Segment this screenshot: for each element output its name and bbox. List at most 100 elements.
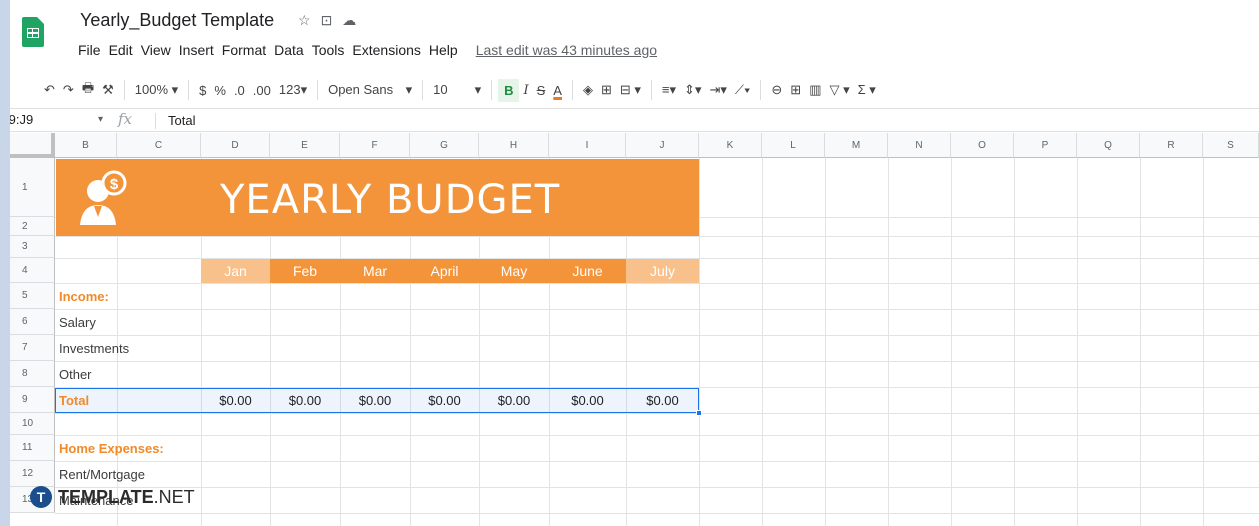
merge-cells-icon[interactable]: ⊟ ▾ — [616, 82, 645, 98]
column-header-o[interactable]: O — [951, 133, 1014, 158]
text-rotate-icon[interactable]: ⟋▾ — [731, 82, 754, 98]
spreadsheet-grid[interactable]: B C D E F G H I J K L M N O P Q R S 1 2 … — [10, 133, 1259, 526]
select-all-corner[interactable] — [10, 133, 55, 158]
other-label[interactable]: Other — [59, 367, 92, 382]
month-header-june[interactable]: June — [549, 259, 626, 283]
menu-insert[interactable]: Insert — [179, 42, 214, 58]
row-header-8[interactable]: 8 — [10, 361, 55, 387]
title-banner[interactable]: $ YEARLY BUDGET — [56, 159, 699, 236]
name-box-dropdown-icon[interactable]: ▾ — [98, 114, 103, 125]
home-expenses-label[interactable]: Home Expenses: — [59, 441, 164, 456]
menu-format[interactable]: Format — [222, 42, 266, 58]
decrease-decimal-button[interactable]: .0 — [230, 83, 249, 98]
month-header-april[interactable]: April — [410, 259, 479, 283]
insert-chart-icon[interactable]: ▥ — [805, 82, 825, 98]
font-size-select[interactable]: 10 ▾ — [429, 82, 485, 98]
sheets-logo-icon[interactable] — [22, 17, 44, 47]
menu-data[interactable]: Data — [274, 42, 304, 58]
total-july[interactable]: $0.00 — [626, 393, 699, 408]
row-header-10[interactable]: 10 — [10, 413, 55, 435]
column-header-r[interactable]: R — [1140, 133, 1203, 158]
last-edit-link[interactable]: Last edit was 43 minutes ago — [476, 42, 657, 58]
document-title[interactable]: Yearly_Budget Template — [80, 10, 274, 31]
month-header-jan[interactable]: Jan — [201, 259, 270, 283]
salary-label[interactable]: Salary — [59, 315, 96, 330]
italic-button[interactable]: I — [519, 83, 532, 98]
bold-button[interactable]: B — [498, 78, 520, 102]
cloud-status-icon[interactable]: ☁ — [342, 12, 366, 28]
column-header-m[interactable]: M — [825, 133, 888, 158]
currency-button[interactable]: $ — [195, 83, 210, 98]
rent-mortgage-label[interactable]: Rent/Mortgage — [59, 467, 145, 482]
font-select[interactable]: Open Sans ▾ — [324, 82, 416, 98]
menu-file[interactable]: File — [78, 42, 101, 58]
total-label[interactable]: Total — [59, 393, 89, 408]
total-mar[interactable]: $0.00 — [340, 393, 410, 408]
investments-label[interactable]: Investments — [59, 341, 129, 356]
column-header-l[interactable]: L — [762, 133, 825, 158]
row-header-3[interactable]: 3 — [10, 236, 55, 258]
percent-button[interactable]: % — [210, 83, 230, 98]
total-jan[interactable]: $0.00 — [201, 393, 270, 408]
move-folder-icon[interactable]: ⊡ — [321, 12, 343, 28]
total-june[interactable]: $0.00 — [549, 393, 626, 408]
total-april[interactable]: $0.00 — [410, 393, 479, 408]
star-icon[interactable]: ☆ — [298, 12, 321, 28]
row-header-11[interactable]: 11 — [10, 435, 55, 461]
filter-icon[interactable]: ▽ ▾ — [826, 82, 854, 98]
increase-decimal-button[interactable]: .00 — [249, 83, 275, 98]
insert-link-icon[interactable]: ⊖ — [767, 82, 786, 98]
month-header-may[interactable]: May — [479, 259, 549, 283]
column-header-d[interactable]: D — [201, 133, 270, 158]
column-header-p[interactable]: P — [1014, 133, 1077, 158]
undo-icon[interactable]: ↶ — [40, 82, 59, 98]
text-color-button[interactable]: A — [549, 83, 566, 98]
row-header-2[interactable]: 2 — [10, 217, 55, 236]
menu-tools[interactable]: Tools — [312, 42, 345, 58]
column-header-b[interactable]: B — [55, 133, 117, 158]
zoom-select[interactable]: 100% ▾ — [131, 82, 182, 98]
row-header-1[interactable]: 1 — [10, 158, 55, 217]
month-header-feb[interactable]: Feb — [270, 259, 340, 283]
formula-input[interactable]: Total — [168, 113, 195, 128]
row-header-9[interactable]: 9 — [10, 387, 55, 413]
row-header-4[interactable]: 4 — [10, 258, 55, 283]
paint-format-icon[interactable]: ⚒ — [98, 82, 118, 98]
redo-icon[interactable]: ↷ — [59, 82, 78, 98]
menu-view[interactable]: View — [141, 42, 171, 58]
month-header-mar[interactable]: Mar — [340, 259, 410, 283]
total-feb[interactable]: $0.00 — [270, 393, 340, 408]
text-wrap-icon[interactable]: ⇥▾ — [705, 82, 730, 98]
row-header-12[interactable]: 12 — [10, 461, 55, 487]
column-header-k[interactable]: K — [699, 133, 762, 158]
column-header-s[interactable]: S — [1203, 133, 1259, 158]
column-header-g[interactable]: G — [410, 133, 479, 158]
column-header-q[interactable]: Q — [1077, 133, 1140, 158]
income-label[interactable]: Income: — [59, 289, 109, 304]
menu-extensions[interactable]: Extensions — [352, 42, 420, 58]
column-header-i[interactable]: I — [549, 133, 626, 158]
column-header-e[interactable]: E — [270, 133, 340, 158]
print-icon[interactable]: 🖶 — [78, 79, 98, 101]
row-header-5[interactable]: 5 — [10, 283, 55, 309]
strikethrough-button[interactable]: S — [533, 83, 550, 98]
column-header-c[interactable]: C — [117, 133, 201, 158]
more-formats-button[interactable]: 123▾ — [275, 82, 311, 98]
vertical-align-icon[interactable]: ⇕▾ — [680, 82, 705, 98]
total-may[interactable]: $0.00 — [479, 393, 549, 408]
row-header-6[interactable]: 6 — [10, 309, 55, 335]
column-header-j[interactable]: J — [626, 133, 699, 158]
column-header-n[interactable]: N — [888, 133, 951, 158]
menu-help[interactable]: Help — [429, 42, 458, 58]
functions-icon[interactable]: Σ ▾ — [854, 82, 880, 98]
borders-icon[interactable]: ⊞ — [597, 82, 616, 98]
name-box[interactable]: B9:J9 — [10, 112, 100, 127]
insert-comment-icon[interactable]: ⊞ — [786, 82, 805, 98]
menu-edit[interactable]: Edit — [109, 42, 133, 58]
fill-color-icon[interactable]: ◈ — [579, 82, 597, 98]
horizontal-align-icon[interactable]: ≡▾ — [658, 82, 680, 98]
column-header-f[interactable]: F — [340, 133, 410, 158]
month-header-july[interactable]: July — [626, 259, 699, 283]
column-header-h[interactable]: H — [479, 133, 549, 158]
fill-handle[interactable] — [696, 410, 702, 416]
